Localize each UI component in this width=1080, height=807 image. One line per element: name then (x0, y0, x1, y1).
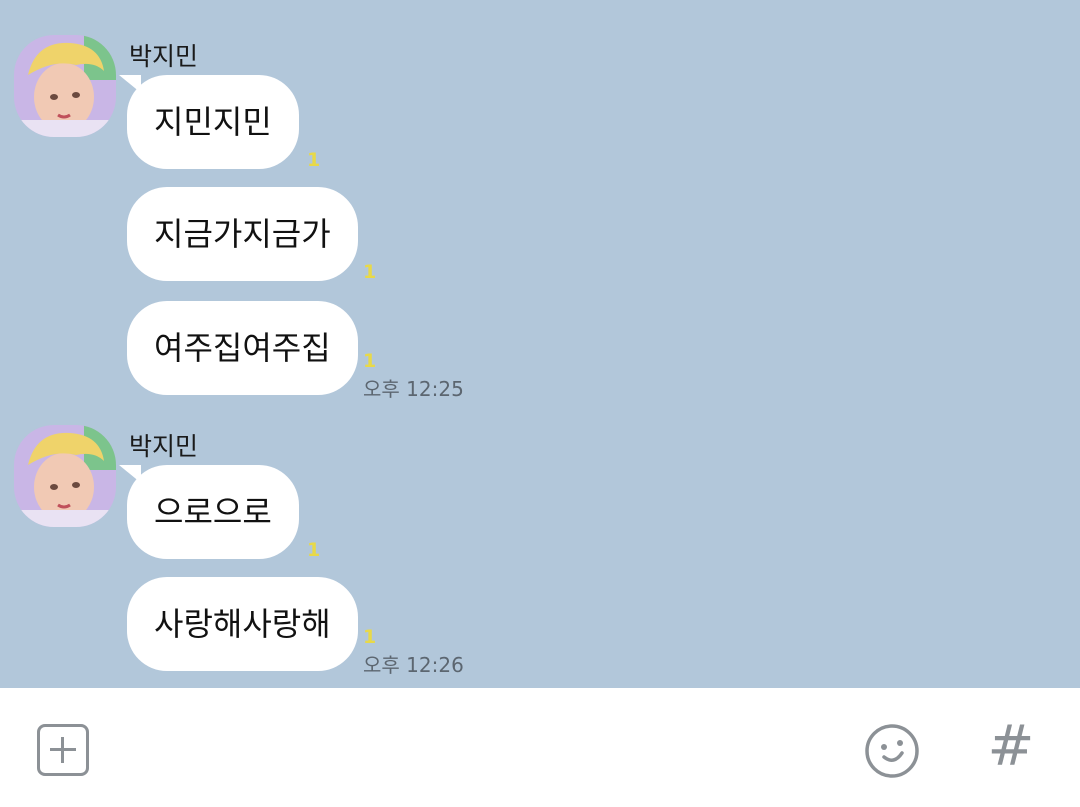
avatar[interactable] (14, 425, 116, 527)
unread-count: 1 (307, 539, 321, 561)
plus-square-icon[interactable] (37, 724, 89, 776)
message-bubble[interactable]: 으로으로 (127, 465, 299, 559)
message-bubble[interactable]: 사랑해사랑해 (127, 577, 358, 671)
input-bar: # (0, 688, 1080, 807)
sender-name: 박지민 (129, 42, 199, 71)
chat-area[interactable]: 박지민 지민지민 1 지금가지금가 1 여주집여주집 1 오후 12:25 박지… (0, 0, 1080, 688)
smiley-icon[interactable] (864, 723, 920, 779)
unread-count: 1 (307, 149, 321, 171)
message-bubble[interactable]: 지금가지금가 (127, 187, 358, 281)
sender-name: 박지민 (129, 432, 199, 461)
message-time: 오후 12:25 (363, 377, 464, 401)
unread-count: 1 (363, 626, 377, 648)
unread-count: 1 (363, 350, 377, 372)
unread-count: 1 (363, 261, 377, 283)
message-bubble[interactable]: 여주집여주집 (127, 301, 358, 395)
hashtag-button[interactable]: # (986, 716, 1036, 778)
message-bubble[interactable]: 지민지민 (127, 75, 299, 169)
avatar[interactable] (14, 35, 116, 137)
message-time: 오후 12:26 (363, 653, 464, 677)
